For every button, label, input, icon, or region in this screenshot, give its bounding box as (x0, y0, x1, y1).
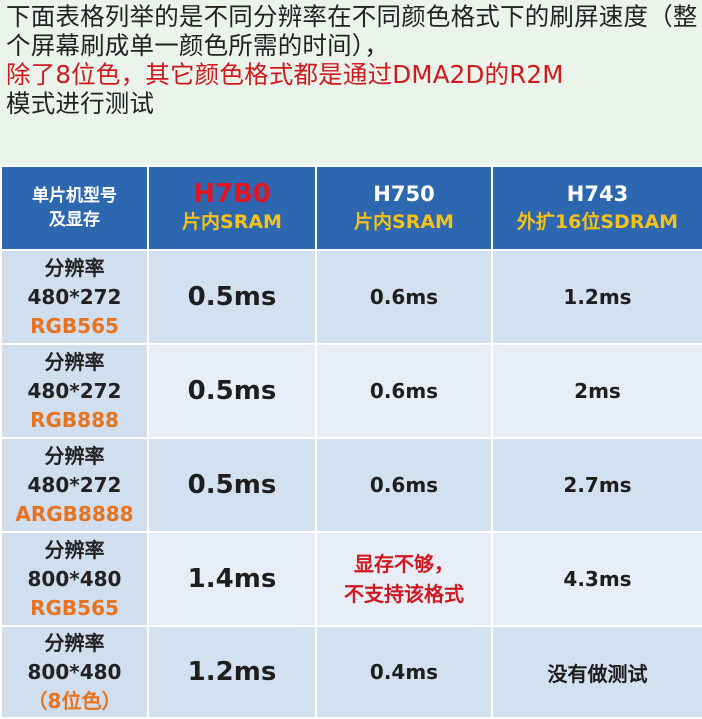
spec-format: RGB888 (30, 407, 119, 432)
model-name: H743 (566, 182, 629, 206)
row-spec: 分辨率 800*480 RGB565 (0, 531, 149, 627)
speed-comparison-table: 单片机型号 及显存 H7B0 片内SRAM H750 片内SRAM H743 外… (0, 165, 702, 719)
memory-type: 片内SRAM (354, 211, 454, 233)
intro-text: 下面表格列举的是不同分辨率在不同颜色格式下的刷屏速度（整个屏幕刷成单一颜色所需的… (6, 2, 698, 60)
corner-line2: 及显存 (49, 210, 100, 230)
unsupported-line1: 显存不够， (354, 552, 454, 576)
model-name: H750 (373, 182, 435, 206)
model-name: H7B0 (193, 179, 271, 209)
unsupported-note: 显存不够， 不支持该格式 (344, 549, 464, 609)
cell-h7b0: 1.4ms (147, 531, 317, 627)
spec-label: 分辨率 (44, 255, 105, 280)
header-h750: H750 片内SRAM (315, 165, 493, 251)
cell-h7b0: 0.5ms (147, 249, 317, 345)
spec-resolution: 800*480 (27, 566, 122, 591)
cell-h750: 0.6ms (315, 249, 493, 345)
memory-type: 外扩16位SDRAM (516, 211, 679, 233)
table-row: 分辨率 800*480 RGB565 1.4ms 显存不够， 不支持该格式 4.… (0, 531, 702, 627)
spec-resolution: 480*272 (27, 472, 122, 497)
spec-resolution: 800*480 (27, 659, 122, 684)
cell-h743: 1.2ms (491, 249, 702, 345)
cell-h7b0: 1.2ms (147, 625, 317, 719)
spec-format: ARGB8888 (15, 501, 134, 526)
cell-h743: 2.7ms (491, 437, 702, 533)
cell-h743: 2ms (491, 343, 702, 439)
intro-text-end: 模式进行测试 (6, 89, 155, 118)
spec-format: RGB565 (30, 595, 119, 620)
cell-h750: 0.6ms (315, 343, 493, 439)
row-spec: 分辨率 480*272 RGB565 (0, 249, 149, 345)
cell-h7b0: 0.5ms (147, 343, 317, 439)
intro-paragraph: 下面表格列举的是不同分辨率在不同颜色格式下的刷屏速度（整个屏幕刷成单一颜色所需的… (6, 2, 700, 118)
cell-h750: 0.6ms (315, 437, 493, 533)
spec-label: 分辨率 (44, 630, 105, 655)
row-spec: 分辨率 800*480 （8位色） (0, 625, 149, 719)
spec-label: 分辨率 (44, 349, 105, 374)
row-spec: 分辨率 480*272 RGB888 (0, 343, 149, 439)
header-h743: H743 外扩16位SDRAM (491, 165, 702, 251)
header-row: 单片机型号 及显存 H7B0 片内SRAM H750 片内SRAM H743 外… (0, 165, 702, 251)
spec-resolution: 480*272 (27, 284, 122, 309)
table-row: 分辨率 480*272 ARGB8888 0.5ms 0.6ms 2.7ms (0, 437, 702, 533)
row-spec: 分辨率 480*272 ARGB8888 (0, 437, 149, 533)
header-corner: 单片机型号 及显存 (0, 165, 149, 251)
cell-h743: 4.3ms (491, 531, 702, 627)
cell-h7b0: 0.5ms (147, 437, 317, 533)
table-row: 分辨率 480*272 RGB565 0.5ms 0.6ms 1.2ms (0, 249, 702, 345)
table-row: 分辨率 800*480 （8位色） 1.2ms 0.4ms 没有做测试 (0, 625, 702, 719)
spec-resolution: 480*272 (27, 378, 122, 403)
spec-label: 分辨率 (44, 537, 105, 562)
cell-h750: 0.4ms (315, 625, 493, 719)
cell-h750: 显存不够， 不支持该格式 (315, 531, 493, 627)
spec-label: 分辨率 (44, 443, 105, 468)
cell-h743: 没有做测试 (491, 625, 702, 719)
unsupported-line2: 不支持该格式 (344, 582, 464, 606)
header-h7b0: H7B0 片内SRAM (147, 165, 317, 251)
table-row: 分辨率 480*272 RGB888 0.5ms 0.6ms 2ms (0, 343, 702, 439)
corner-line1: 单片机型号 (32, 186, 117, 206)
spec-format: （8位色） (27, 688, 122, 713)
intro-highlight: 除了8位色，其它颜色格式都是通过DMA2D的R2M (6, 60, 564, 89)
spec-format: RGB565 (30, 313, 119, 338)
memory-type: 片内SRAM (182, 211, 282, 233)
